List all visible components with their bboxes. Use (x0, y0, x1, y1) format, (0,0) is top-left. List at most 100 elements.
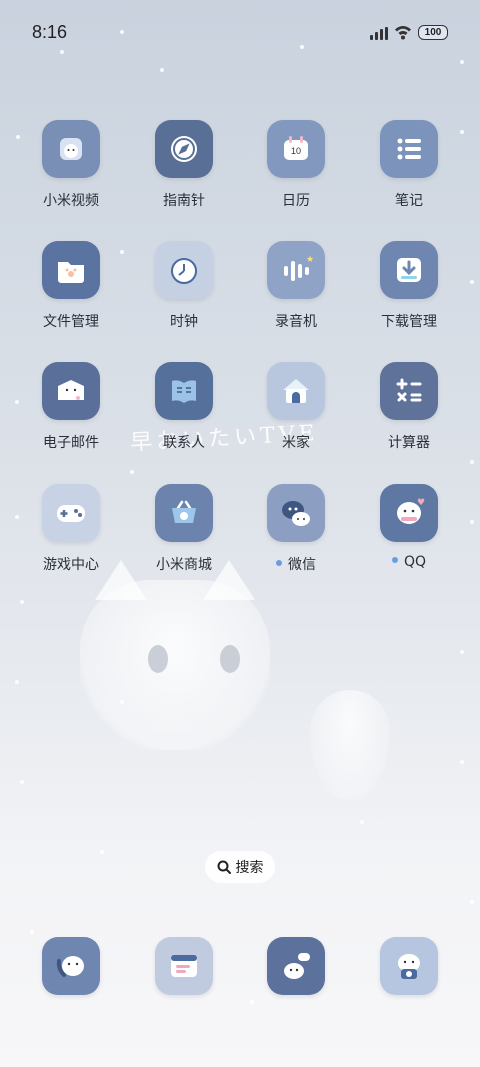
app-label-text: 录音机 (275, 314, 317, 330)
app-label-text: 下载管理 (381, 314, 437, 330)
app-label: 米家 (246, 432, 346, 452)
app-label: 联系人 (134, 432, 234, 452)
search-button[interactable]: 搜索 (205, 851, 275, 883)
dock-app-chat-cat[interactable] (267, 937, 325, 995)
snowflake-dot (30, 930, 34, 934)
snowflake-dot (16, 135, 20, 139)
app-label-text: 游戏中心 (43, 557, 99, 573)
status-time: 8:16 (32, 22, 68, 42)
app-gamepad[interactable]: 游戏中心 (21, 484, 121, 584)
video-cat-icon (42, 120, 100, 178)
clock-cat-icon (155, 241, 213, 299)
folder-paw-icon (42, 241, 100, 299)
app-home-house[interactable]: 米家 (246, 362, 346, 462)
snowflake-dot (15, 515, 19, 519)
app-label-text: 时钟 (170, 314, 198, 330)
snowflake-dot (460, 650, 464, 654)
app-label: 微信 (246, 554, 346, 574)
app-video-cat[interactable]: 小米视频 (21, 120, 121, 220)
app-label-text: 微信 (288, 557, 316, 573)
app-wechat-cat[interactable]: 微信 (246, 484, 346, 584)
dock-app-camera-cat[interactable] (380, 937, 438, 995)
app-label: QQ (359, 554, 459, 570)
search-icon (217, 860, 231, 874)
app-clock-cat[interactable]: 时钟 (134, 241, 234, 341)
calculator-icon (380, 362, 438, 420)
app-label: 时钟 (134, 311, 234, 331)
signal-strength-icon (370, 27, 388, 40)
wallpaper-snowman-illustration (310, 690, 390, 800)
snowflake-dot (130, 470, 134, 474)
status-bar: 8:16 100 (0, 0, 480, 68)
svg-text:10: 10 (291, 146, 301, 156)
app-label: 录音机 (246, 311, 346, 331)
camera-cat-icon (392, 949, 426, 983)
app-label-text: 电子邮件 (43, 435, 99, 451)
app-notes-list[interactable]: 笔记 (359, 120, 459, 220)
app-shopping-basket[interactable]: 小米商城 (134, 484, 234, 584)
snowflake-dot (15, 680, 19, 684)
app-label: 电子邮件 (21, 432, 121, 452)
download-icon (380, 241, 438, 299)
snowflake-dot (470, 520, 474, 524)
app-label: 文件管理 (21, 311, 121, 331)
app-label-text: 小米商城 (156, 557, 212, 573)
app-label: 游戏中心 (21, 554, 121, 574)
chat-cat-icon (279, 949, 313, 983)
dock-app-phone-cat[interactable] (42, 937, 100, 995)
app-recorder-bars[interactable]: ★ 录音机 (246, 241, 346, 341)
wifi-icon (395, 26, 411, 40)
phone-cat-icon (54, 949, 88, 983)
wallpaper-cat-illustration (80, 560, 270, 750)
snowflake-dot (120, 700, 124, 704)
svg-text:♥: ♥ (417, 498, 425, 508)
snowflake-dot (15, 400, 19, 404)
snowflake-dot (160, 68, 164, 72)
snowflake-dot (20, 600, 24, 604)
contacts-book-icon (155, 362, 213, 420)
snowflake-dot (470, 280, 474, 284)
app-qq-cat[interactable]: ♥ QQ (359, 484, 459, 584)
battery-indicator: 100 (418, 25, 448, 40)
app-label-text: 米家 (282, 435, 310, 451)
svg-text:★: ★ (306, 255, 313, 265)
app-contacts-book[interactable]: 联系人 (134, 362, 234, 462)
home-house-icon (267, 362, 325, 420)
app-label-text: 笔记 (395, 193, 423, 209)
app-label: 小米商城 (134, 554, 234, 574)
snowflake-dot (250, 1000, 254, 1004)
dock-app-messages-window[interactable] (155, 937, 213, 995)
snowflake-dot (470, 460, 474, 464)
snowflake-dot (100, 850, 104, 854)
app-calendar-cat[interactable]: 10 日历 (246, 120, 346, 220)
qq-cat-icon: ♥ (380, 484, 438, 542)
snowflake-dot (470, 900, 474, 904)
app-label-text: 联系人 (163, 435, 205, 451)
snowflake-dot (360, 820, 364, 824)
snowflake-dot (460, 130, 464, 134)
mail-cat-icon (42, 362, 100, 420)
wechat-cat-icon (267, 484, 325, 542)
app-label-text: 小米视频 (43, 193, 99, 209)
messages-window-icon (167, 949, 201, 983)
shopping-basket-icon (155, 484, 213, 542)
compass-icon (155, 120, 213, 178)
app-download[interactable]: 下载管理 (359, 241, 459, 341)
notes-list-icon (380, 120, 438, 178)
search-label: 搜索 (235, 860, 264, 876)
app-label-text: 计算器 (388, 435, 430, 451)
app-label-text: QQ (403, 554, 427, 570)
app-label: 下载管理 (359, 311, 459, 331)
app-label: 日历 (246, 190, 346, 210)
new-install-dot (391, 557, 398, 563)
app-label-text: 日历 (282, 193, 310, 209)
calendar-cat-icon: 10 (267, 120, 325, 178)
recorder-bars-icon: ★ (267, 241, 325, 299)
app-compass[interactable]: 指南针 (134, 120, 234, 220)
snowflake-dot (460, 760, 464, 764)
app-label-text: 指南针 (163, 193, 205, 209)
app-mail-cat[interactable]: 电子邮件 (21, 362, 121, 462)
app-label: 小米视频 (21, 190, 121, 210)
app-calculator[interactable]: 计算器 (359, 362, 459, 462)
app-folder-paw[interactable]: 文件管理 (21, 241, 121, 341)
